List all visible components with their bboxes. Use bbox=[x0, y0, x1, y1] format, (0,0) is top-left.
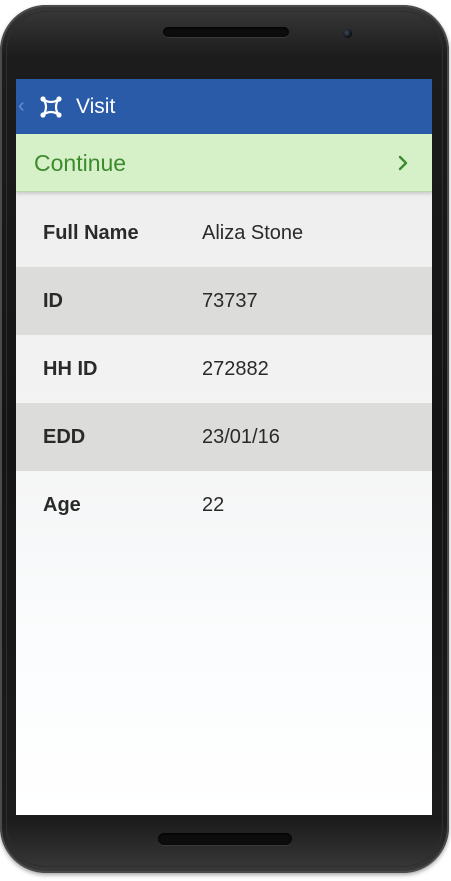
detail-value: 22 bbox=[202, 494, 225, 516]
detail-value: Aliza Stone bbox=[202, 222, 304, 244]
detail-label: Age bbox=[43, 494, 81, 516]
bottom-speaker bbox=[158, 833, 292, 845]
continue-label: Continue bbox=[34, 150, 127, 176]
detail-value: 23/01/16 bbox=[202, 426, 280, 448]
detail-row-hh-id: HH ID 272882 bbox=[16, 335, 432, 403]
chevron-right-icon bbox=[398, 155, 408, 171]
detail-label: HH ID bbox=[43, 358, 98, 380]
detail-row-age: Age 22 bbox=[16, 471, 432, 539]
front-camera bbox=[343, 29, 352, 38]
detail-row-full-name: Full Name Aliza Stone bbox=[16, 199, 432, 267]
detail-value: 272882 bbox=[202, 358, 269, 380]
phone-frame: ‹ Visit Continue Full Name Aliza Stone I… bbox=[0, 5, 449, 873]
detail-row-edd: EDD 23/01/16 bbox=[16, 403, 432, 471]
detail-label: EDD bbox=[43, 426, 86, 448]
details-list: Full Name Aliza Stone ID 73737 HH ID 272… bbox=[16, 199, 432, 539]
earpiece-speaker bbox=[163, 27, 289, 37]
page-title: Visit bbox=[76, 95, 116, 118]
detail-label: ID bbox=[43, 290, 63, 312]
continue-button[interactable]: Continue bbox=[16, 134, 432, 192]
detail-row-id: ID 73737 bbox=[16, 267, 432, 335]
screen: ‹ Visit Continue Full Name Aliza Stone I… bbox=[16, 79, 432, 815]
back-arrow-icon[interactable]: ‹ bbox=[18, 95, 25, 117]
app-bar: ‹ Visit bbox=[16, 79, 432, 134]
detail-label: Full Name bbox=[43, 222, 139, 244]
app-logo-icon[interactable] bbox=[38, 94, 64, 120]
detail-value: 73737 bbox=[202, 290, 258, 312]
